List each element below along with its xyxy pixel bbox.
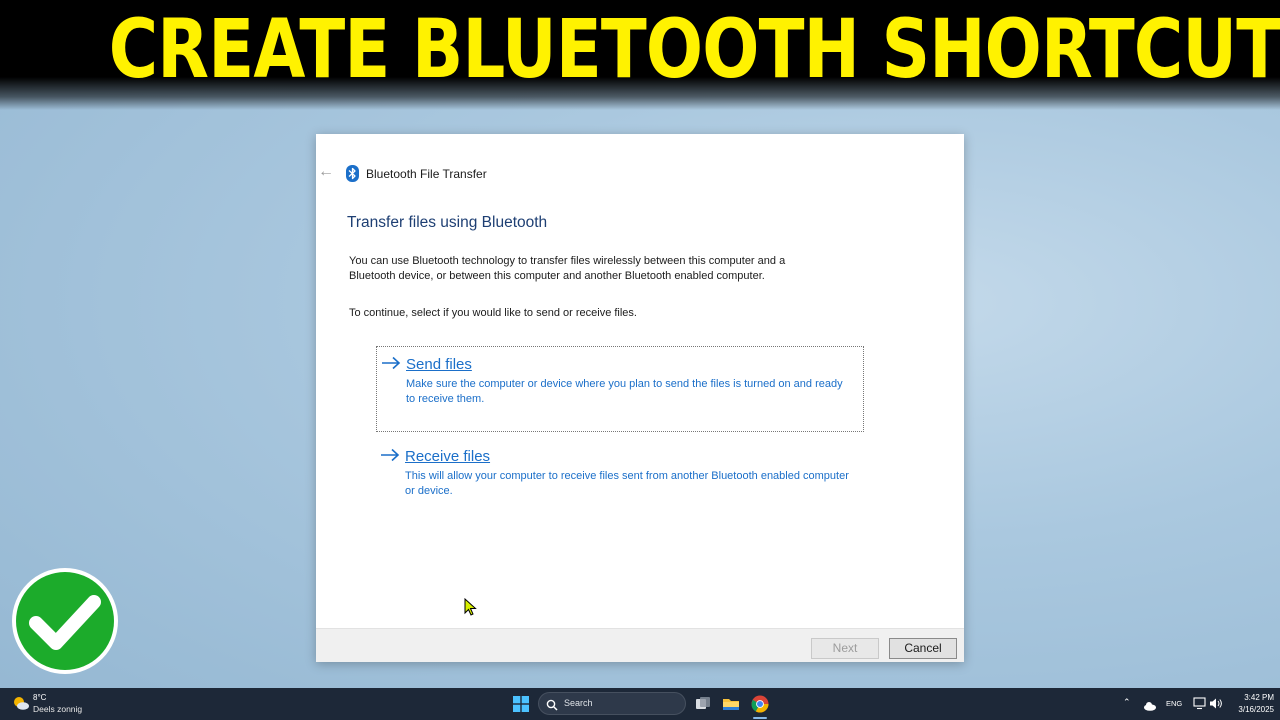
chrome-icon[interactable] xyxy=(750,694,770,714)
instruction-text: To continue, select if you would like to… xyxy=(349,307,637,319)
send-files-title[interactable]: Send files xyxy=(406,356,472,373)
weather-description[interactable]: Deels zonnig xyxy=(33,704,82,714)
volume-icon[interactable] xyxy=(1209,697,1223,715)
onedrive-cloud-icon[interactable] xyxy=(1143,698,1157,716)
taskbar: 8°C Deels zonnig Search ⌃ ENG 3:42 PM 3/… xyxy=(0,688,1280,720)
back-arrow-icon[interactable]: ← xyxy=(318,164,334,180)
dialog-footer: Next Cancel xyxy=(316,628,964,662)
receive-files-title[interactable]: Receive files xyxy=(405,448,490,465)
active-app-indicator xyxy=(753,717,767,719)
receive-files-description[interactable]: This will allow your computer to receive… xyxy=(405,469,850,499)
cancel-button[interactable]: Cancel xyxy=(889,638,957,659)
network-icon[interactable] xyxy=(1193,697,1206,715)
search-icon xyxy=(546,698,558,716)
receive-files-option[interactable]: Receive files This will allow your compu… xyxy=(376,439,864,525)
weather-temperature[interactable]: 8°C xyxy=(33,693,46,702)
arrow-right-icon xyxy=(380,448,400,467)
description-text: You can use Bluetooth technology to tran… xyxy=(349,255,786,282)
taskbar-search[interactable]: Search xyxy=(538,692,686,715)
chevron-up-icon[interactable]: ⌃ xyxy=(1123,697,1131,708)
send-files-description[interactable]: Make sure the computer or device where y… xyxy=(406,377,851,407)
clock-date[interactable]: 3/16/2025 xyxy=(1226,705,1274,714)
windows-start-icon[interactable] xyxy=(513,696,529,717)
title-banner: CREATE BLUETOOTH SHORTCUT xyxy=(0,0,1280,110)
bluetooth-icon xyxy=(346,165,359,182)
send-files-option[interactable]: Send files Make sure the computer or dev… xyxy=(376,346,864,432)
partly-sunny-icon[interactable] xyxy=(12,695,30,716)
task-view-icon[interactable] xyxy=(693,694,713,714)
dialog-title: Bluetooth File Transfer xyxy=(366,167,487,181)
file-explorer-icon[interactable] xyxy=(721,694,741,714)
bluetooth-file-transfer-dialog: ← Bluetooth File Transfer Transfer files… xyxy=(316,134,964,662)
search-label: Search xyxy=(564,698,593,708)
page-heading: Transfer files using Bluetooth xyxy=(347,214,548,231)
green-check-icon xyxy=(10,566,120,676)
arrow-right-icon xyxy=(381,356,401,375)
mouse-cursor-icon xyxy=(464,597,478,623)
clock-time[interactable]: 3:42 PM xyxy=(1234,693,1274,702)
banner-title: CREATE BLUETOOTH SHORTCUT xyxy=(108,3,1280,97)
next-button[interactable]: Next xyxy=(811,638,879,659)
language-indicator[interactable]: ENG xyxy=(1166,699,1182,708)
